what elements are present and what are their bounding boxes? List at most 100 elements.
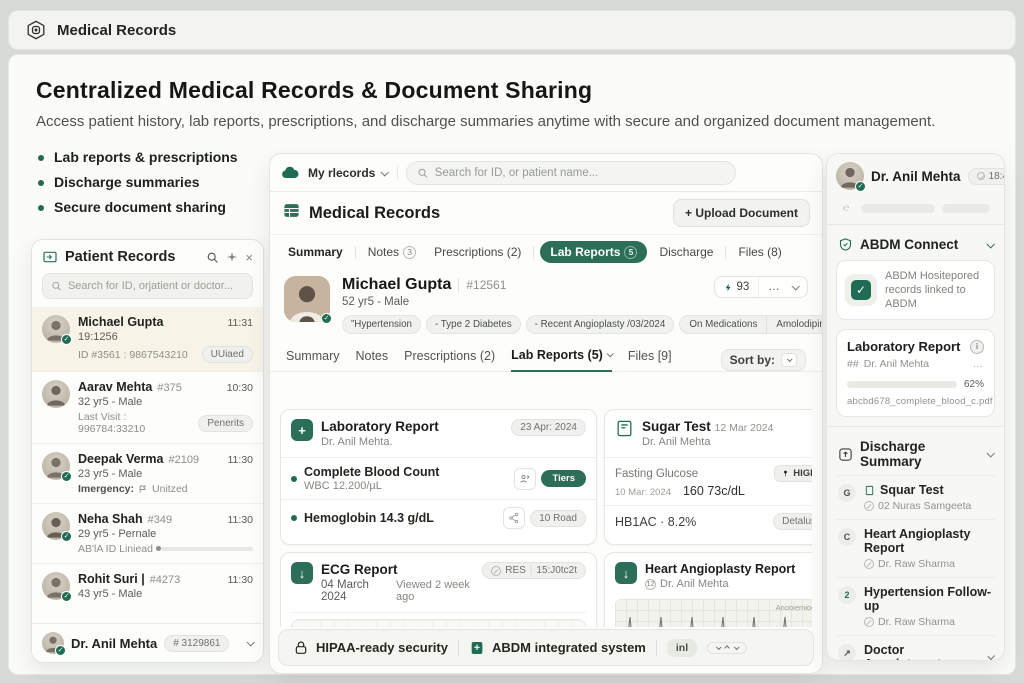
score-badge: 93 [715,277,759,297]
discharge-item-appointment[interactable]: ↗ Doctor Appointment Dr. Raw Sharma [836,635,995,661]
bullet-icon [38,155,44,161]
feature-item: Secure document sharing [38,195,238,220]
tab-prescriptions[interactable]: Prescriptions (2) [428,242,527,262]
patient-row-rohit[interactable]: ✓ Rohit Suri |#427311:30 43 yr5 - Male [32,563,263,608]
patient-row-deepak[interactable]: ✓ Deepak Verma#210911:30 23 yr5 - Male I… [32,443,263,503]
file-icon [864,485,875,496]
checkbox-checked-icon[interactable]: ✓ [851,280,871,300]
doctor-footer[interactable]: ✓ Dr. Anil Mehta # 3129861 [32,623,263,662]
tab-lab-reports[interactable]: Lab Reports5 [540,241,647,263]
search-icon[interactable] [206,251,219,264]
ecg-waveform: Anooiemioos [615,599,812,627]
tab-files[interactable]: Files (8) [732,242,787,262]
discharge-item-angioplasty[interactable]: C Heart Angioplasty Report Dr. Raw Sharm… [836,519,995,577]
more-menu-icon[interactable]: … [973,358,985,370]
page-title: Centralized Medical Records & Document S… [36,77,592,104]
sidebar-lab-report-card[interactable]: Laboratory Report i ##Dr. Anil Mehta… 62… [836,329,995,417]
verified-badge-icon: ✓ [61,334,72,345]
file-name: abcbd678_complete_blood_c.pdf [847,396,984,407]
avatar: ✓ [42,572,70,600]
discharge-summary-section[interactable]: Discharge Summary [836,433,995,475]
records-search-input[interactable] [435,167,726,179]
slashed-circle-icon [491,566,501,576]
patient-row-michael[interactable]: ✓ Michael Gupta11:31 19:1256 ID #3561 : … [32,307,263,371]
feature-item: Discharge summaries [38,170,238,195]
subtab-summary[interactable]: Summary [286,349,339,371]
upload-document-button[interactable]: + Upload Document [673,199,810,227]
avatar: ✓ [836,162,864,190]
bullet-icon [38,205,44,211]
bullet-icon [291,515,297,521]
discharge-item-squar-test[interactable]: G Squar Test 02 Nuras Samgeeta [836,475,995,519]
chevron-down-icon[interactable] [246,638,254,646]
refresh-icon: ℮ [838,200,854,216]
chevron-down-icon [791,282,799,290]
records-dropdown[interactable]: My rlecords [308,166,398,180]
bullet-icon [291,476,297,482]
sort-by-control[interactable]: Sort by: [721,349,806,371]
patient-avatar: ✓ [284,276,330,322]
pin-icon [782,469,789,478]
upload-box-icon [838,447,853,462]
subtab-lab-reports[interactable]: Lab Reports (5) [511,348,612,372]
tab-summary[interactable]: Summary [282,242,349,262]
ecg-status-badge: RES|15:J0tc2t [482,562,586,579]
subtab-notes[interactable]: Notes [355,349,388,371]
bullet-icon [38,180,44,186]
status-badge: UUiaed [202,346,253,363]
cursor-arrows[interactable] [707,642,747,654]
settings-sparkle-icon[interactable] [226,251,238,263]
subtab-files[interactable]: Files [9] [628,349,672,371]
flag-icon [138,484,148,494]
patient-records-title: Patient Records [65,249,199,265]
page-panel: Centralized Medical Records & Document S… [8,54,1016,675]
patient-row-aarav[interactable]: Aarav Mehta#37510:30 32 yr5 - Male Last … [32,371,263,443]
tab-notes[interactable]: Notes3 [362,242,422,262]
patient-summary-card: ✓ Michael Gupta #12561 52 yr5 - Male ”Hy… [270,266,822,342]
patient-records-icon [42,249,58,265]
inl-button[interactable]: inl [667,639,697,657]
avatar: ✓ [42,512,70,540]
slashed-circle-icon [864,559,874,569]
angioplasty-report-card[interactable]: ↓ Heart Angioplasty Report 12Dr. Anil Me… [604,552,812,627]
abdm-linked-card[interactable]: ✓ ABDM Hositeporedrecords linked to ABDM [836,260,995,320]
doctor-id-badge: # 3129861 [164,635,229,652]
doctor-header[interactable]: ✓ Dr. Anil Mehta 18:46 [836,162,995,190]
ecg-report-card[interactable]: ↓ ECG Report 04 March 2024Viewed 2 week … [280,552,597,627]
share-icon[interactable] [503,507,525,529]
share-user-icon[interactable] [514,468,536,490]
discharge-item-hypertension[interactable]: 2 Hypertension Follow-up Dr. Raw Sharma [836,577,995,635]
more-menu-button[interactable]: … [758,277,807,297]
right-sidebar: ✓ Dr. Anil Mehta 18:46 ℮ ABDM Connect ✓ … [826,153,1005,661]
loading-placeholder: ℮ [838,200,993,216]
patient-row-neha[interactable]: ✓ Neha Shah#34911:30 29 yr5 - Pernale AB… [32,503,263,563]
close-icon[interactable]: × [245,250,253,265]
shield-icon [838,237,853,252]
verified-badge-icon: ✓ [61,531,72,542]
page-subtitle: Access patient history, lab reports, pre… [36,113,996,130]
tab-discharge[interactable]: Discharge [653,242,719,262]
download-icon: ↓ [615,562,637,584]
sugar-test-card[interactable]: Sugar Test 12 Mar 2024 Dr. Anil Mehta Fa… [604,409,812,545]
chevron-down-icon [986,449,994,457]
slashed-circle-icon [864,501,874,511]
abdm-connect-section[interactable]: ABDM Connect [836,231,995,258]
laboratory-report-card[interactable]: + Laboratory Report Dr. Anil Mehta. 23 A… [280,409,597,545]
records-title: Medical Records [309,204,440,223]
patient-search[interactable] [42,273,253,299]
records-tabs: Summary Notes3 Prescriptions (2) Lab Rep… [270,238,822,266]
security-footer: HIPAA-ready security ABDM integrated sys… [278,629,814,666]
details-button[interactable]: Detalus [773,513,812,530]
bolt-icon [724,282,733,293]
tag-hypertension: ”Hypertension [342,315,421,334]
table-icon [282,201,301,225]
plus-icon: + [291,419,313,441]
item-circle-icon: ↗ [838,644,856,661]
subtab-prescriptions[interactable]: Prescriptions (2) [404,349,495,371]
tag-diabetes: - Type 2 Diabetes [426,315,521,334]
info-icon[interactable]: i [970,340,984,354]
tag-angioplasty: - Recent Angioplasty /03/2024 [526,315,675,334]
patient-search-input[interactable] [68,280,244,292]
patient-tags: ”Hypertension - Type 2 Diabetes - Recent… [342,315,702,334]
records-search[interactable] [406,161,736,185]
